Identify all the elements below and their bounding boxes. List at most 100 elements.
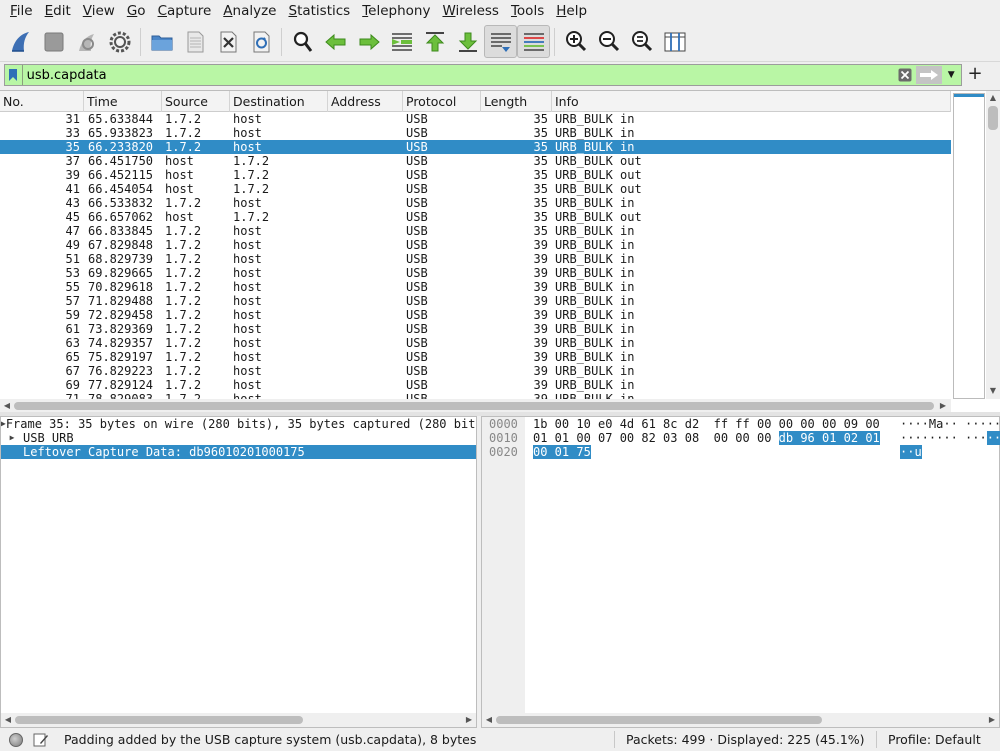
scroll-thumb[interactable] xyxy=(988,106,998,130)
go-to-packet-icon[interactable] xyxy=(385,25,418,58)
menu-file[interactable]: File xyxy=(4,0,39,22)
menu-go[interactable]: Go xyxy=(121,0,152,22)
packet-row[interactable]: 67 76.829223 1.7.2 host USB 39 URB_BULK in xyxy=(0,364,951,378)
menu-analyze[interactable]: Analyze xyxy=(217,0,282,22)
autoscroll-icon[interactable] xyxy=(484,25,517,58)
packet-cell-dst: host xyxy=(233,294,262,308)
packet-cell-src: 1.7.2 xyxy=(165,126,202,140)
colorize-icon[interactable] xyxy=(517,25,550,58)
scroll-thumb[interactable] xyxy=(14,402,934,410)
filter-history-dropdown-icon[interactable]: ▼ xyxy=(942,65,962,85)
filter-bookmark-icon[interactable] xyxy=(5,65,23,85)
packet-row[interactable]: 45 66.657062 host 1.7.2 USB 35 URB_BULK out xyxy=(0,210,951,224)
clear-filter-icon[interactable] xyxy=(897,66,915,84)
gear-options-icon[interactable] xyxy=(103,25,136,58)
packet-row[interactable]: 65 75.829197 1.7.2 host USB 39 URB_BULK in xyxy=(0,350,951,364)
resize-columns-icon[interactable] xyxy=(658,25,691,58)
packet-row[interactable]: 53 69.829665 1.7.2 host USB 39 URB_BULK in xyxy=(0,266,951,280)
reload-file-icon[interactable] xyxy=(244,25,277,58)
find-magnifier-icon[interactable] xyxy=(286,25,319,58)
last-packet-icon[interactable] xyxy=(451,25,484,58)
packet-cell-src: 1.7.2 xyxy=(165,322,202,336)
packet-row[interactable]: 61 73.829369 1.7.2 host USB 39 URB_BULK in xyxy=(0,322,951,336)
packet-row[interactable]: 37 66.451750 host 1.7.2 USB 35 URB_BULK out xyxy=(0,154,951,168)
bytes-horizontal-scrollbar[interactable]: ◀ ▶ xyxy=(482,713,999,727)
edit-comment-icon[interactable] xyxy=(33,732,49,748)
menu-tools[interactable]: Tools xyxy=(505,0,550,22)
packet-cell-len: 39 xyxy=(533,266,548,280)
column-header-time[interactable]: Time xyxy=(84,91,162,112)
scroll-left-arrow-icon[interactable]: ◀ xyxy=(2,714,14,726)
status-profile[interactable]: Profile: Default xyxy=(888,732,981,747)
packet-row[interactable]: 43 66.533832 1.7.2 host USB 35 URB_BULK in xyxy=(0,196,951,210)
packet-row[interactable]: 63 74.829357 1.7.2 host USB 39 URB_BULK in xyxy=(0,336,951,350)
expert-info-led-icon[interactable] xyxy=(9,733,23,747)
restart-fin-icon[interactable] xyxy=(70,25,103,58)
column-header-destination[interactable]: Destination xyxy=(230,91,328,112)
packet-cell-info: URB_BULK in xyxy=(555,224,635,238)
packet-row[interactable]: 49 67.829848 1.7.2 host USB 39 URB_BULK in xyxy=(0,238,951,252)
packet-row[interactable]: 41 66.454054 host 1.7.2 USB 35 URB_BULK out xyxy=(0,182,951,196)
packet-row[interactable]: 69 77.829124 1.7.2 host USB 39 URB_BULK in xyxy=(0,378,951,392)
packet-cell-len: 39 xyxy=(533,378,548,392)
menu-edit[interactable]: Edit xyxy=(39,0,77,22)
zoom-reset-icon[interactable] xyxy=(625,25,658,58)
details-tree-item[interactable]: ▶ Frame 35: 35 bytes on wire (280 bits), … xyxy=(1,417,476,431)
byte-hex-dump[interactable]: 1b 00 10 e0 4d 61 8c d2 ff ff 00 00 00 0… xyxy=(533,417,893,459)
byte-ascii-dump[interactable]: ····Ma·· ······ ········ ····· ··u xyxy=(900,417,1000,459)
file-save-icon[interactable] xyxy=(178,25,211,58)
display-filter-input[interactable] xyxy=(22,65,897,85)
details-tree-item[interactable]: ▶ USB URB xyxy=(1,431,476,445)
column-header-source[interactable]: Source xyxy=(162,91,230,112)
go-forward-arrow-icon[interactable] xyxy=(352,25,385,58)
packet-cell-proto: USB xyxy=(406,378,428,392)
packet-list-minimap[interactable] xyxy=(953,93,985,399)
scroll-left-arrow-icon[interactable]: ◀ xyxy=(483,714,495,726)
packet-row[interactable]: 71 78.829083 1.7.2 host USB 39 URB_BULK in xyxy=(0,392,951,399)
add-filter-button-icon[interactable]: + xyxy=(966,65,984,85)
column-header-info[interactable]: Info xyxy=(552,91,951,112)
scroll-left-arrow-icon[interactable]: ◀ xyxy=(1,400,13,412)
scroll-right-arrow-icon[interactable]: ▶ xyxy=(937,400,949,412)
column-header-protocol[interactable]: Protocol xyxy=(403,91,481,112)
packet-list-horizontal-scrollbar[interactable]: ◀ ▶ xyxy=(0,399,951,413)
scroll-right-arrow-icon[interactable]: ▶ xyxy=(986,714,998,726)
menu-statistics[interactable]: Statistics xyxy=(282,0,356,22)
expand-arrow-icon[interactable]: ▶ xyxy=(1,431,23,445)
scroll-thumb[interactable] xyxy=(15,716,303,724)
packet-row[interactable]: 55 70.829618 1.7.2 host USB 39 URB_BULK in xyxy=(0,280,951,294)
apply-filter-arrow-icon[interactable] xyxy=(916,66,942,84)
details-tree-item[interactable]: Leftover Capture Data: db96010201000175 xyxy=(1,445,476,459)
menu-telephony[interactable]: Telephony xyxy=(356,0,436,22)
folder-open-icon[interactable] xyxy=(145,25,178,58)
shark-fin-start-icon[interactable] xyxy=(4,25,37,58)
menu-capture[interactable]: Capture xyxy=(152,0,218,22)
ascii-line: ····Ma·· ······ xyxy=(900,417,1000,431)
packet-row[interactable]: 51 68.829739 1.7.2 host USB 39 URB_BULK in xyxy=(0,252,951,266)
details-horizontal-scrollbar[interactable]: ◀ ▶ xyxy=(1,713,476,727)
menu-wireless[interactable]: Wireless xyxy=(436,0,505,22)
column-header-address[interactable]: Address xyxy=(328,91,403,112)
packet-row[interactable]: 39 66.452115 host 1.7.2 USB 35 URB_BULK out xyxy=(0,168,951,182)
packet-row[interactable]: 31 65.633844 1.7.2 host USB 35 URB_BULK in xyxy=(0,112,951,126)
column-header-length[interactable]: Length xyxy=(481,91,552,112)
first-packet-icon[interactable] xyxy=(418,25,451,58)
packet-row[interactable]: 35 66.233820 1.7.2 host USB 35 URB_BULK in xyxy=(0,140,951,154)
packet-row[interactable]: 47 66.833845 1.7.2 host USB 35 URB_BULK in xyxy=(0,224,951,238)
packet-row[interactable]: 57 71.829488 1.7.2 host USB 39 URB_BULK in xyxy=(0,294,951,308)
scroll-right-arrow-icon[interactable]: ▶ xyxy=(463,714,475,726)
packet-list-vertical-scrollbar[interactable]: ▲ ▼ xyxy=(986,91,1000,399)
scroll-up-arrow-icon[interactable]: ▲ xyxy=(987,92,999,104)
menu-view[interactable]: View xyxy=(77,0,121,22)
packet-row[interactable]: 59 72.829458 1.7.2 host USB 39 URB_BULK in xyxy=(0,308,951,322)
scroll-thumb[interactable] xyxy=(496,716,822,724)
zoom-in-icon[interactable] xyxy=(559,25,592,58)
stop-square-icon[interactable] xyxy=(37,25,70,58)
column-header-no[interactable]: No. xyxy=(0,91,84,112)
go-back-arrow-icon[interactable] xyxy=(319,25,352,58)
packet-row[interactable]: 33 65.933823 1.7.2 host USB 35 URB_BULK in xyxy=(0,126,951,140)
scroll-down-arrow-icon[interactable]: ▼ xyxy=(987,385,999,397)
zoom-out-icon[interactable] xyxy=(592,25,625,58)
menu-help[interactable]: Help xyxy=(550,0,593,22)
close-file-icon[interactable] xyxy=(211,25,244,58)
